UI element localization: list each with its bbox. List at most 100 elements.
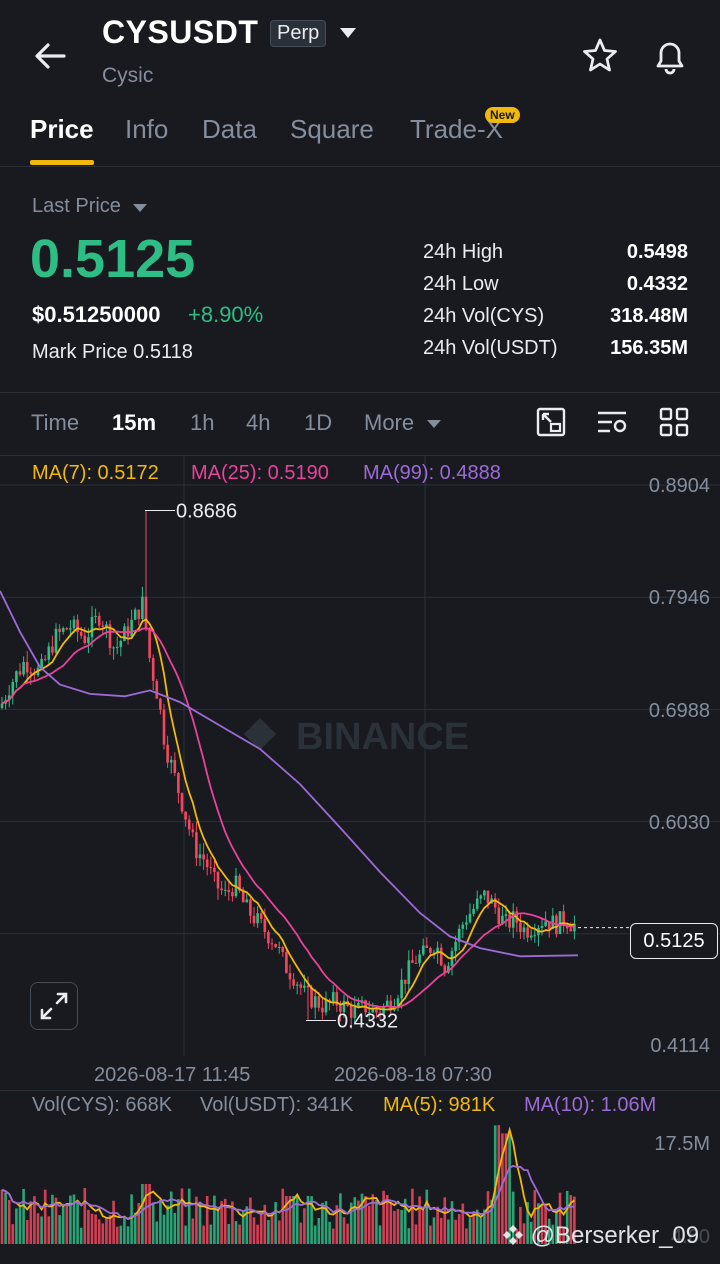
expand-chart-button[interactable]: [30, 982, 78, 1030]
symbol-dropdown-icon[interactable]: [340, 28, 356, 38]
candle-body: [148, 627, 151, 659]
volume-bar: [393, 1210, 396, 1244]
volume-bar: [382, 1190, 385, 1244]
volume-bar: [173, 1212, 177, 1244]
candle-body: [18, 671, 22, 675]
candle-body: [119, 641, 123, 647]
mark-price-value: 0.5118: [133, 341, 193, 363]
vol-usdt-legend: Vol(USDT): 341K: [200, 1094, 354, 1116]
interval-1h[interactable]: 1h: [190, 410, 214, 436]
volume-bar: [177, 1199, 180, 1244]
vol-ma10-legend: MA(10): 1.06M: [524, 1094, 657, 1116]
candle-body: [166, 744, 169, 763]
stat-value-vol-cys: 318.48M: [610, 305, 688, 327]
candle-body: [144, 596, 148, 628]
volume-bar: [166, 1205, 169, 1244]
candle-body: [522, 927, 526, 933]
volume-bar: [94, 1214, 97, 1244]
candle-body: [468, 913, 472, 923]
candle-body: [184, 811, 187, 820]
chart-fullscreen-icon[interactable]: [535, 406, 567, 438]
volume-bar: [7, 1200, 11, 1244]
mark-price: Mark Price 0.5118: [32, 341, 193, 364]
watermark-text: @Berserker_09: [530, 1222, 700, 1249]
candle-body: [245, 899, 249, 903]
price-divider: [0, 392, 720, 393]
candlestick-chart[interactable]: BINANCE 0.8686 0.4332: [0, 456, 720, 1090]
volume-bar: [4, 1192, 7, 1244]
favorite-star-icon[interactable]: [580, 36, 620, 76]
tab-data[interactable]: Data: [202, 114, 257, 145]
back-arrow-icon[interactable]: [30, 36, 70, 76]
candle-body: [112, 647, 115, 649]
last-price-caret-icon[interactable]: [133, 204, 147, 212]
volume-bar: [97, 1219, 101, 1244]
candle-body: [540, 926, 544, 928]
volume-bar: [101, 1223, 105, 1244]
volume-bar: [22, 1188, 25, 1244]
volume-bar: [270, 1214, 274, 1244]
volume-bar: [249, 1197, 252, 1244]
candle-body: [407, 960, 411, 985]
last-price-selector[interactable]: Last Price: [32, 195, 121, 218]
more-caret-icon[interactable]: [427, 420, 441, 428]
tab-square[interactable]: Square: [290, 114, 374, 145]
low-marker-label: 0.4332: [337, 1010, 398, 1032]
volume-bar: [159, 1199, 162, 1244]
indicator-settings-icon[interactable]: [596, 406, 628, 438]
tab-info[interactable]: Info: [125, 114, 168, 145]
y-tick-4: 0.4114: [650, 1035, 710, 1057]
candle-body: [47, 646, 51, 660]
volume-bar: [209, 1224, 213, 1244]
y-tick-3: 0.6030: [648, 812, 710, 834]
volume-bar: [461, 1203, 465, 1244]
volume-bar: [151, 1202, 155, 1244]
volume-bar: [133, 1212, 137, 1244]
candle-body: [54, 628, 58, 653]
candle-body: [454, 941, 457, 952]
ma7-legend: MA(7): 0.5172: [32, 462, 159, 484]
candle-body: [414, 962, 418, 964]
price-change: +8.90%: [188, 302, 264, 327]
notification-bell-icon[interactable]: [650, 36, 690, 76]
volume-bar: [367, 1205, 371, 1244]
symbol-title[interactable]: CYSUSDT: [102, 14, 258, 51]
grid-layout-icon[interactable]: [658, 406, 690, 438]
volume-bar: [191, 1218, 195, 1244]
candle-body: [65, 628, 69, 630]
volume-bar: [112, 1200, 115, 1244]
candle-body: [43, 658, 47, 660]
candle-body: [205, 859, 209, 868]
candle-body: [137, 609, 141, 619]
candle-body: [277, 946, 281, 948]
interval-more[interactable]: More: [364, 410, 414, 436]
volume-bar: [277, 1220, 281, 1244]
candle-body: [285, 952, 288, 974]
volume-bar: [105, 1218, 108, 1244]
candle-body: [133, 609, 137, 620]
candle-body: [123, 626, 126, 642]
volume-bar: [205, 1196, 209, 1244]
interval-time[interactable]: Time: [31, 410, 79, 436]
ma25-legend: MA(25): 0.5190: [191, 462, 329, 484]
volume-bar: [69, 1195, 72, 1244]
candle-body: [425, 945, 429, 949]
candle-body: [331, 992, 335, 1003]
volume-bar: [130, 1194, 133, 1244]
volume-bar: [288, 1196, 292, 1244]
volume-divider: [0, 1090, 720, 1091]
interval-1d[interactable]: 1D: [304, 410, 332, 436]
volume-bar: [238, 1224, 241, 1244]
tab-price[interactable]: Price: [30, 114, 94, 145]
volume-bar: [213, 1195, 216, 1244]
volume-bar: [108, 1215, 112, 1244]
volume-bar: [274, 1201, 277, 1244]
interval-15m[interactable]: 15m: [112, 410, 156, 436]
candle-body: [569, 928, 573, 932]
volume-bar: [198, 1201, 202, 1244]
volume-bar: [11, 1224, 15, 1244]
y-tick-0: 0.8904: [648, 475, 710, 497]
interval-4h[interactable]: 4h: [246, 410, 270, 436]
volume-bar: [267, 1220, 270, 1244]
y-tick-1: 0.7946: [648, 587, 710, 609]
